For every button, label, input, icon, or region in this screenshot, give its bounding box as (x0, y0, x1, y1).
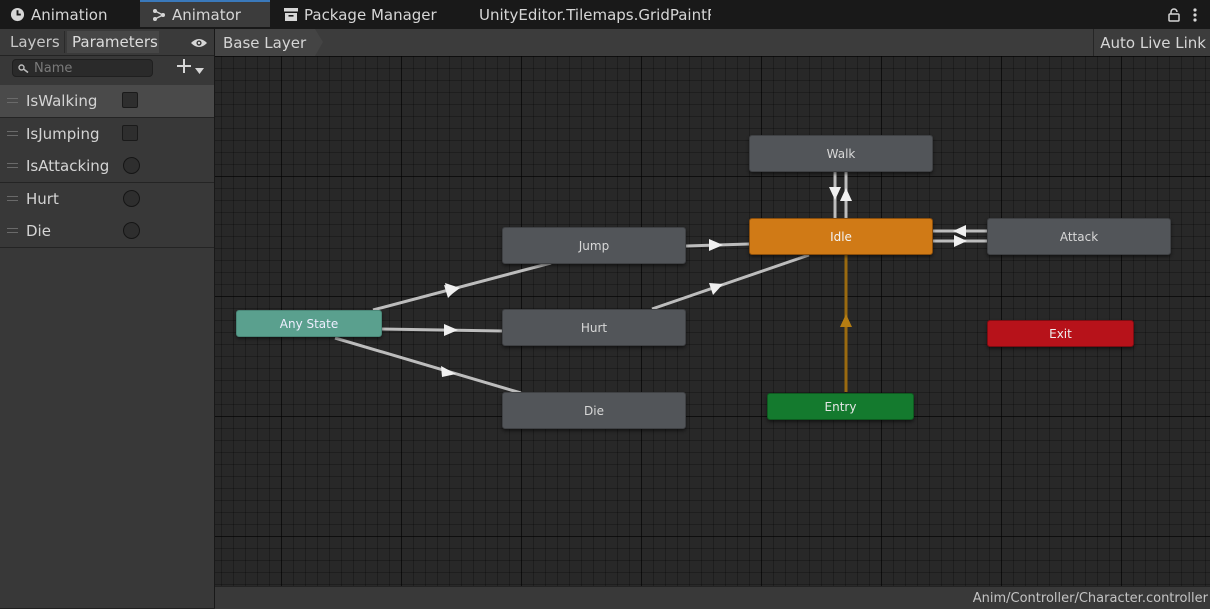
transition-idle-attack[interactable] (933, 225, 987, 247)
arrow-icon (840, 314, 852, 327)
parameter-row[interactable]: Die (0, 215, 214, 248)
tab-label: Animator (172, 5, 241, 24)
arrow-icon (709, 239, 723, 251)
eye-icon[interactable] (190, 34, 208, 53)
tab-grid-paint-palette[interactable]: UnityEditor.Tilemaps.GridPaintPa (479, 0, 711, 29)
tab-label: Animation (31, 5, 108, 24)
drag-handle-icon[interactable] (7, 228, 18, 233)
tab-animator[interactable]: Animator (140, 0, 270, 27)
arrow-icon (441, 366, 456, 377)
transition-jump-idle[interactable] (685, 239, 750, 251)
tab-animation[interactable]: Animation (10, 0, 107, 29)
drag-handle-icon[interactable] (7, 98, 18, 103)
parameter-list: IsWalking IsJumping IsAttacking Hurt Die (0, 85, 214, 248)
package-icon (284, 8, 298, 21)
tab-label: Package Manager (304, 5, 437, 24)
arrow-icon (709, 283, 723, 295)
lock-icon[interactable] (1168, 7, 1180, 26)
parameter-name: IsWalking (26, 92, 98, 110)
auto-live-link-button[interactable]: Auto Live Link (1093, 29, 1210, 56)
trigger-radio[interactable] (123, 222, 140, 239)
more-options-icon[interactable] (1193, 7, 1197, 26)
arrow-icon (444, 324, 458, 336)
clock-icon (10, 7, 25, 22)
trigger-radio[interactable] (123, 190, 140, 207)
transition-idle-walk[interactable] (829, 172, 852, 218)
parameter-row[interactable]: IsAttacking (0, 150, 214, 183)
parameter-name: IsJumping (26, 125, 100, 143)
tab-label: UnityEditor.Tilemaps.GridPaintPa (479, 5, 711, 24)
asset-path: Anim/Controller/Character.controller (972, 591, 1208, 606)
state-idle[interactable]: Idle (749, 218, 933, 255)
arrow-icon (953, 225, 966, 237)
state-entry[interactable]: Entry (767, 393, 914, 420)
bool-checkbox[interactable] (122, 92, 138, 108)
transition-anystate-die[interactable] (334, 336, 522, 395)
panel-tab-bar: Layers Parameters (0, 29, 214, 56)
parameter-name: Die (26, 222, 51, 240)
state-die[interactable]: Die (502, 392, 686, 429)
trigger-radio[interactable] (123, 157, 140, 174)
search-icon (18, 63, 29, 73)
status-bar: Anim/Controller/Character.controller (215, 586, 1210, 609)
animator-icon (152, 8, 166, 22)
parameters-panel: Layers Parameters IsWalking IsJumping (0, 29, 215, 608)
state-hurt[interactable]: Hurt (502, 309, 686, 346)
transition-anystate-jump[interactable] (372, 261, 552, 312)
drag-handle-icon[interactable] (7, 131, 18, 136)
state-any-state[interactable]: Any State (236, 310, 382, 337)
parameter-name: Hurt (26, 190, 59, 208)
add-parameter-button[interactable] (176, 59, 210, 77)
parameter-row[interactable]: IsJumping (0, 118, 214, 150)
graph-toolbar: Base Layer Auto Live Link (215, 29, 1210, 57)
plus-icon (176, 58, 192, 78)
parameter-row[interactable]: IsWalking (0, 85, 214, 118)
transition-anystate-hurt[interactable] (380, 324, 503, 336)
search-input[interactable] (34, 60, 144, 76)
state-machine-graph[interactable]: Walk Idle Attack Jump Any State Hurt Die… (215, 56, 1210, 586)
arrow-icon (954, 235, 967, 247)
arrow-icon (829, 187, 841, 200)
transition-entry-idle[interactable] (840, 255, 852, 392)
tab-package-manager[interactable]: Package Manager (284, 0, 437, 29)
drag-handle-icon[interactable] (7, 163, 18, 168)
window-tab-bar: Animation Animator Package Manager Unity… (0, 0, 1210, 29)
breadcrumb[interactable]: Base Layer (215, 29, 323, 56)
parameter-name: IsAttacking (26, 157, 110, 175)
state-attack[interactable]: Attack (987, 218, 1171, 255)
drag-handle-icon[interactable] (7, 196, 18, 201)
chevron-down-icon (195, 59, 204, 78)
search-field[interactable] (12, 59, 153, 77)
state-jump[interactable]: Jump (502, 227, 686, 264)
state-walk[interactable]: Walk (749, 135, 933, 172)
state-exit[interactable]: Exit (987, 320, 1134, 347)
arrow-icon (840, 188, 852, 201)
breadcrumb-base-layer: Base Layer (223, 33, 307, 52)
parameter-row[interactable]: Hurt (0, 183, 214, 215)
tab-parameters[interactable]: Parameters (67, 31, 159, 53)
tab-layers[interactable]: Layers (5, 31, 65, 53)
bool-checkbox[interactable] (122, 125, 138, 141)
